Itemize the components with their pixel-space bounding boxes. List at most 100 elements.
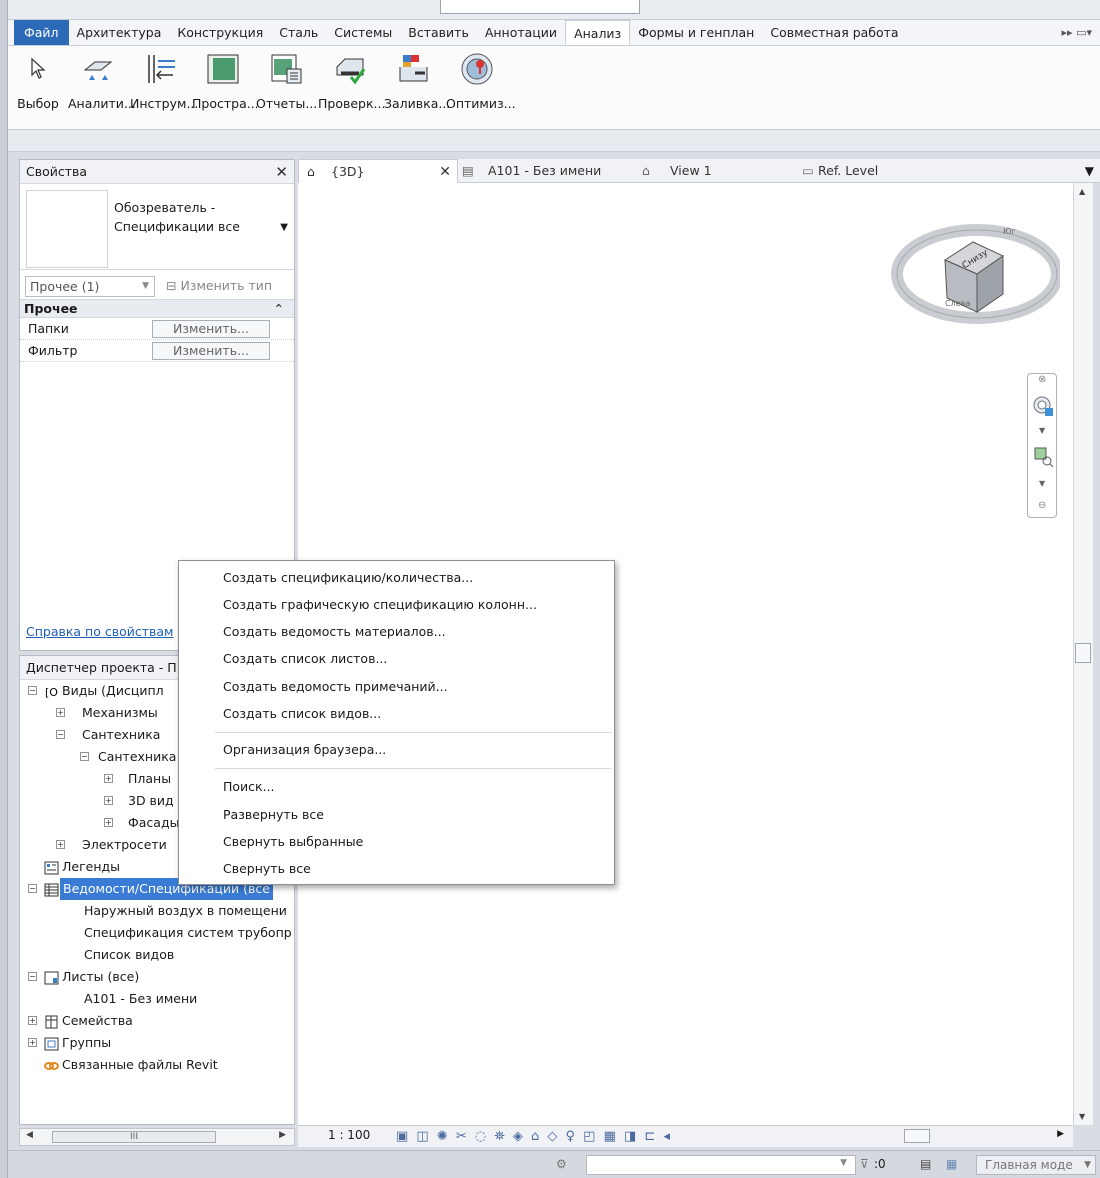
- scroll-thumb[interactable]: [904, 1129, 930, 1143]
- design-option-select[interactable]: Главная моде ▼: [976, 1155, 1096, 1175]
- ribbon-panel-titles: [8, 130, 1100, 152]
- scroll-left-icon[interactable]: ◀: [26, 1130, 33, 1140]
- view-vertical-scrollbar[interactable]: ▲ ▼: [1073, 183, 1093, 1125]
- fill-button[interactable]: Заливка...: [384, 50, 450, 126]
- properties-toggle-icon[interactable]: ▤: [920, 1157, 931, 1171]
- expand-icon[interactable]: +: [56, 840, 65, 849]
- instance-filter-select[interactable]: Прочее (1) ▼: [25, 276, 155, 297]
- collapse-icon[interactable]: −: [28, 686, 37, 695]
- tree-node-sheets[interactable]: − Листы (все): [20, 966, 294, 988]
- menu-item-material-takeoff[interactable]: Создать ведомость материалов...: [223, 624, 446, 639]
- tab-ref-level[interactable]: ▭ Ref. Level: [798, 159, 948, 183]
- tab-insert[interactable]: Вставить: [400, 20, 477, 45]
- tree-node-revit-links[interactable]: Связанные файлы Revit: [20, 1054, 294, 1076]
- scroll-thumb[interactable]: III: [52, 1131, 216, 1143]
- tools-button[interactable]: Инструм...: [130, 50, 198, 126]
- check-button[interactable]: Проверк...: [318, 50, 385, 126]
- tab-steel[interactable]: Сталь: [271, 20, 326, 45]
- tab-structure[interactable]: Конструкция: [169, 20, 271, 45]
- scroll-right-icon[interactable]: ▶: [279, 1130, 286, 1140]
- edit-folders-button[interactable]: Изменить...: [152, 320, 270, 338]
- menu-item-note-block[interactable]: Создать ведомость примечаний...: [223, 679, 448, 694]
- zoom-region-icon[interactable]: [1033, 446, 1054, 472]
- collapse-icon[interactable]: −: [28, 972, 37, 981]
- view-scale[interactable]: 1 : 100: [328, 1128, 370, 1142]
- chevron-down-icon[interactable]: ▼: [280, 222, 288, 233]
- menu-item-sheet-list[interactable]: Создать список листов...: [223, 651, 387, 666]
- tab-file[interactable]: Файл: [14, 20, 69, 45]
- analytical-button[interactable]: Аналити...: [68, 50, 136, 126]
- tree-node-schedule-item[interactable]: Спецификация систем трубопр: [20, 922, 294, 944]
- report-icon: [268, 52, 304, 86]
- chevron-down-icon[interactable]: ▼: [1039, 426, 1045, 435]
- worksets-icon[interactable]: ⚙: [556, 1157, 567, 1171]
- status-workset-field[interactable]: ▼: [586, 1155, 856, 1175]
- quick-access-toolbar[interactable]: [440, 0, 640, 14]
- optimize-button[interactable]: Оптимиз...: [446, 50, 516, 126]
- tree-node-families[interactable]: + Семейства: [20, 1010, 294, 1032]
- ribbon-options-icon[interactable]: ▸▸ ▭▾: [1054, 20, 1100, 45]
- tree-node-groups[interactable]: + Группы: [20, 1032, 294, 1054]
- edit-filter-button[interactable]: Изменить...: [152, 342, 270, 360]
- design-options-icon[interactable]: ▦: [946, 1157, 957, 1171]
- viewcube[interactable]: Снизу Юг Слева: [885, 212, 1063, 337]
- color-fill-icon: [396, 52, 432, 86]
- tab-analyze[interactable]: Анализ: [565, 20, 631, 45]
- browser-title: Диспетчер проекта - П: [26, 660, 177, 675]
- property-group-header[interactable]: Прочее ⌃: [20, 300, 294, 318]
- menu-item-new-schedule[interactable]: Создать спецификацию/количества...: [223, 570, 473, 585]
- tree-node-sheet-item[interactable]: А101 - Без имени: [20, 988, 294, 1010]
- view-horizontal-scrollbar[interactable]: ▶: [768, 1129, 1068, 1144]
- tab-sheet-a101[interactable]: ▤ A101 - Без имени: [460, 159, 630, 183]
- expand-icon[interactable]: +: [28, 1038, 37, 1047]
- expand-icon[interactable]: +: [56, 708, 65, 717]
- menu-item-search[interactable]: Поиск...: [223, 779, 275, 794]
- menu-item-browser-organization[interactable]: Организация браузера...: [223, 742, 386, 757]
- scroll-up-icon[interactable]: ▲: [1079, 187, 1085, 196]
- menu-item-collapse-all[interactable]: Свернуть все: [223, 861, 311, 876]
- scroll-thumb[interactable]: [1075, 643, 1091, 663]
- reports-button[interactable]: Отчеты...: [256, 50, 317, 126]
- collapse-icon[interactable]: −: [28, 884, 37, 893]
- close-icon[interactable]: ⊗: [1038, 374, 1046, 385]
- tab-massing-site[interactable]: Формы и генплан: [630, 20, 762, 45]
- tree-node-schedule-item[interactable]: Список видов: [20, 944, 294, 966]
- collapse-icon[interactable]: −: [80, 752, 89, 761]
- space-zone-icon: [205, 52, 241, 86]
- browser-horizontal-scrollbar[interactable]: ◀ III ▶: [19, 1128, 295, 1146]
- tab-annotate[interactable]: Аннотации: [477, 20, 565, 45]
- type-selector[interactable]: Обозреватель - Спецификации все ▼: [20, 184, 294, 270]
- expand-icon[interactable]: +: [28, 1016, 37, 1025]
- expand-icon[interactable]: +: [104, 796, 113, 805]
- property-row-folders: Папки Изменить...: [20, 318, 294, 340]
- menu-item-view-list[interactable]: Создать список видов...: [223, 706, 381, 721]
- instance-filter-row: Прочее (1) ▼ ⊟ Изменить тип: [20, 270, 294, 300]
- tree-node-schedule-item[interactable]: Наружный воздух в помещени: [20, 900, 294, 922]
- options-icon[interactable]: ⊖: [1038, 500, 1046, 511]
- select-button[interactable]: Выбор: [12, 50, 64, 126]
- tab-list-icon[interactable]: ▼: [1085, 159, 1094, 183]
- tab-systems[interactable]: Системы: [326, 20, 400, 45]
- properties-help-link[interactable]: Справка по свойствам: [26, 624, 173, 639]
- tab-view-1[interactable]: ⌂ View 1: [638, 159, 788, 183]
- menu-item-graphical-column-schedule[interactable]: Создать графическую спецификацию колонн.…: [223, 597, 537, 612]
- tab-architecture[interactable]: Архитектура: [69, 20, 170, 45]
- tab-3d-view[interactable]: ⌂ {3D} ✕: [298, 159, 458, 183]
- filter-icon[interactable]: ⊽: [860, 1157, 869, 1171]
- collapse-icon[interactable]: ⌃: [274, 300, 284, 318]
- menu-item-expand-all[interactable]: Развернуть все: [223, 807, 324, 822]
- scroll-down-icon[interactable]: ▼: [1079, 1112, 1085, 1121]
- expand-icon[interactable]: +: [104, 818, 113, 827]
- menu-item-collapse-selected[interactable]: Свернуть выбранные: [223, 834, 363, 849]
- scroll-right-icon[interactable]: ▶: [1057, 1129, 1064, 1139]
- close-icon[interactable]: ✕: [439, 160, 451, 184]
- collapse-icon[interactable]: −: [56, 730, 65, 739]
- spaces-button[interactable]: Простра...: [192, 50, 259, 126]
- chevron-down-icon[interactable]: ▼: [1039, 479, 1045, 488]
- view-control-icons[interactable]: ▣ ◫ ✺ ✂ ◌ ⛯ ◈ ⌂ ◇ ♀ ◰ ▦ ◨ ⊏ ◂: [396, 1129, 672, 1144]
- tab-collaborate[interactable]: Совместная работа: [762, 20, 906, 45]
- edit-type-button[interactable]: ⊟ Изменить тип: [166, 276, 272, 296]
- steering-wheel-icon[interactable]: [1032, 394, 1054, 422]
- close-icon[interactable]: ✕: [275, 160, 288, 184]
- expand-icon[interactable]: +: [104, 774, 113, 783]
